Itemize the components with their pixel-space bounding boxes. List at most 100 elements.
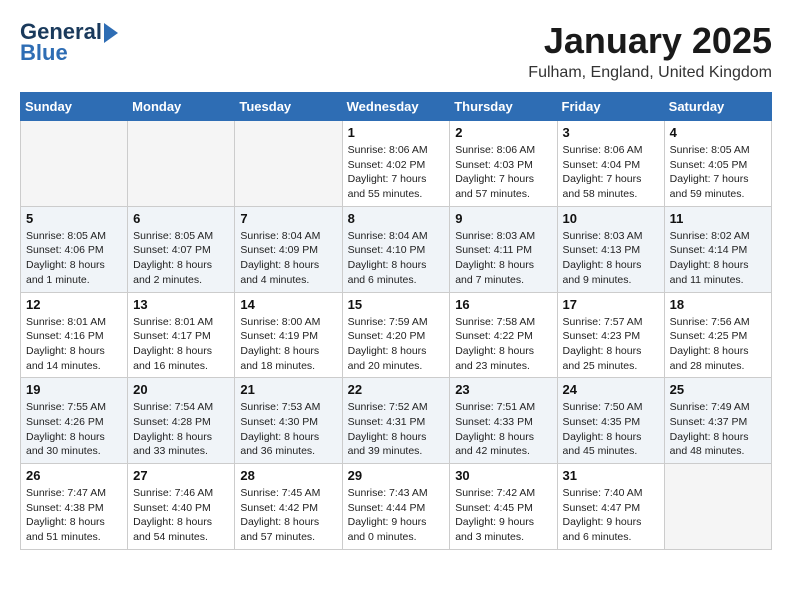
day-info: Sunrise: 8:05 AM Sunset: 4:07 PM Dayligh… [133,229,229,288]
calendar-cell: 31 Sunrise: 7:40 AM Sunset: 4:47 PM Dayli… [557,464,664,550]
calendar-subtitle: Fulham, England, United Kingdom [528,64,772,82]
calendar-cell: 11Sunrise: 8:02 AM Sunset: 4:14 PM Dayli… [664,206,771,292]
day-number: 21 [240,382,336,397]
day-info: Sunrise: 7:51 AM Sunset: 4:33 PM Dayligh… [455,400,551,459]
calendar-cell: 8 Sunrise: 8:04 AM Sunset: 4:10 PM Daylig… [342,206,450,292]
day-info: Sunrise: 8:03 AM Sunset: 4:11 PM Dayligh… [455,229,551,288]
day-info: Sunrise: 7:53 AM Sunset: 4:30 PM Dayligh… [240,400,336,459]
day-number: 5 [26,211,122,226]
col-sunday: Sunday [21,93,128,121]
calendar-cell: 29 Sunrise: 7:43 AM Sunset: 4:44 PM Dayli… [342,464,450,550]
day-info: Sunrise: 7:56 AM Sunset: 4:25 PM Dayligh… [670,315,766,374]
day-number: 3 [563,125,659,140]
calendar-cell: 2Sunrise: 8:06 AM Sunset: 4:03 PM Daylig… [450,121,557,207]
day-number: 10 [563,211,659,226]
calendar-cell: 9Sunrise: 8:03 AM Sunset: 4:11 PM Daylig… [450,206,557,292]
day-info: Sunrise: 8:04 AM Sunset: 4:10 PM Dayligh… [348,229,445,288]
calendar-cell: 30Sunrise: 7:42 AM Sunset: 4:45 PM Dayli… [450,464,557,550]
calendar-cell: 23 Sunrise: 7:51 AM Sunset: 4:33 PM Dayli… [450,378,557,464]
day-info: Sunrise: 7:45 AM Sunset: 4:42 PM Dayligh… [240,486,336,545]
day-number: 14 [240,297,336,312]
day-number: 11 [670,211,766,226]
day-number: 15 [348,297,445,312]
calendar-cell: 25 Sunrise: 7:49 AM Sunset: 4:37 PM Dayli… [664,378,771,464]
calendar-cell: 20 Sunrise: 7:54 AM Sunset: 4:28 PM Dayli… [128,378,235,464]
col-tuesday: Tuesday [235,93,342,121]
day-info: Sunrise: 7:40 AM Sunset: 4:47 PM Dayligh… [563,486,659,545]
logo-blue: Blue [20,40,68,65]
calendar-week-1: 1Sunrise: 8:06 AM Sunset: 4:02 PM Daylig… [21,121,772,207]
calendar-title: January 2025 [528,20,772,62]
day-info: Sunrise: 8:04 AM Sunset: 4:09 PM Dayligh… [240,229,336,288]
day-info: Sunrise: 8:01 AM Sunset: 4:16 PM Dayligh… [26,315,122,374]
col-wednesday: Wednesday [342,93,450,121]
day-info: Sunrise: 7:55 AM Sunset: 4:26 PM Dayligh… [26,400,122,459]
day-info: Sunrise: 7:47 AM Sunset: 4:38 PM Dayligh… [26,486,122,545]
calendar-cell: 6 Sunrise: 8:05 AM Sunset: 4:07 PM Daylig… [128,206,235,292]
calendar-cell: 24Sunrise: 7:50 AM Sunset: 4:35 PM Dayli… [557,378,664,464]
day-number: 24 [563,382,659,397]
day-number: 20 [133,382,229,397]
day-info: Sunrise: 8:03 AM Sunset: 4:13 PM Dayligh… [563,229,659,288]
day-info: Sunrise: 8:05 AM Sunset: 4:06 PM Dayligh… [26,229,122,288]
calendar-cell: 15Sunrise: 7:59 AM Sunset: 4:20 PM Dayli… [342,292,450,378]
day-info: Sunrise: 7:52 AM Sunset: 4:31 PM Dayligh… [348,400,445,459]
logo: General Blue [20,20,118,66]
day-number: 8 [348,211,445,226]
day-number: 6 [133,211,229,226]
calendar-cell [128,121,235,207]
calendar-cell: 5 Sunrise: 8:05 AM Sunset: 4:06 PM Daylig… [21,206,128,292]
day-number: 17 [563,297,659,312]
day-number: 28 [240,468,336,483]
day-number: 23 [455,382,551,397]
day-number: 12 [26,297,122,312]
calendar-week-2: 5 Sunrise: 8:05 AM Sunset: 4:06 PM Daylig… [21,206,772,292]
calendar-cell: 1Sunrise: 8:06 AM Sunset: 4:02 PM Daylig… [342,121,450,207]
calendar-cell: 17 Sunrise: 7:57 AM Sunset: 4:23 PM Dayli… [557,292,664,378]
col-saturday: Saturday [664,93,771,121]
day-number: 31 [563,468,659,483]
day-info: Sunrise: 8:05 AM Sunset: 4:05 PM Dayligh… [670,143,766,202]
day-info: Sunrise: 7:46 AM Sunset: 4:40 PM Dayligh… [133,486,229,545]
page-header: General Blue January 2025 Fulham, Englan… [20,20,772,82]
calendar-cell: 16 Sunrise: 7:58 AM Sunset: 4:22 PM Dayli… [450,292,557,378]
day-number: 29 [348,468,445,483]
calendar-week-4: 19Sunrise: 7:55 AM Sunset: 4:26 PM Dayli… [21,378,772,464]
day-info: Sunrise: 8:06 AM Sunset: 4:04 PM Dayligh… [563,143,659,202]
calendar-cell: 26 Sunrise: 7:47 AM Sunset: 4:38 PM Dayli… [21,464,128,550]
day-number: 13 [133,297,229,312]
day-number: 26 [26,468,122,483]
calendar-cell: 22 Sunrise: 7:52 AM Sunset: 4:31 PM Dayli… [342,378,450,464]
day-number: 18 [670,297,766,312]
calendar-table: Sunday Monday Tuesday Wednesday Thursday… [20,92,772,550]
col-thursday: Thursday [450,93,557,121]
day-info: Sunrise: 7:43 AM Sunset: 4:44 PM Dayligh… [348,486,445,545]
day-info: Sunrise: 7:57 AM Sunset: 4:23 PM Dayligh… [563,315,659,374]
calendar-cell: 18 Sunrise: 7:56 AM Sunset: 4:25 PM Dayli… [664,292,771,378]
day-number: 7 [240,211,336,226]
day-info: Sunrise: 7:49 AM Sunset: 4:37 PM Dayligh… [670,400,766,459]
calendar-cell: 28 Sunrise: 7:45 AM Sunset: 4:42 PM Dayli… [235,464,342,550]
calendar-cell: 7 Sunrise: 8:04 AM Sunset: 4:09 PM Daylig… [235,206,342,292]
col-monday: Monday [128,93,235,121]
day-info: Sunrise: 7:42 AM Sunset: 4:45 PM Dayligh… [455,486,551,545]
day-number: 22 [348,382,445,397]
calendar-cell [21,121,128,207]
day-info: Sunrise: 7:54 AM Sunset: 4:28 PM Dayligh… [133,400,229,459]
calendar-week-3: 12 Sunrise: 8:01 AM Sunset: 4:16 PM Dayli… [21,292,772,378]
calendar-cell: 3 Sunrise: 8:06 AM Sunset: 4:04 PM Daylig… [557,121,664,207]
calendar-cell: 14Sunrise: 8:00 AM Sunset: 4:19 PM Dayli… [235,292,342,378]
day-number: 16 [455,297,551,312]
calendar-cell [664,464,771,550]
calendar-cell: 12 Sunrise: 8:01 AM Sunset: 4:16 PM Dayli… [21,292,128,378]
day-info: Sunrise: 8:06 AM Sunset: 4:03 PM Dayligh… [455,143,551,202]
col-friday: Friday [557,93,664,121]
calendar-cell [235,121,342,207]
day-number: 25 [670,382,766,397]
title-area: January 2025 Fulham, England, United Kin… [528,20,772,82]
header-row: Sunday Monday Tuesday Wednesday Thursday… [21,93,772,121]
calendar-cell: 13 Sunrise: 8:01 AM Sunset: 4:17 PM Dayli… [128,292,235,378]
calendar-cell: 4Sunrise: 8:05 AM Sunset: 4:05 PM Daylig… [664,121,771,207]
day-info: Sunrise: 8:01 AM Sunset: 4:17 PM Dayligh… [133,315,229,374]
day-info: Sunrise: 7:58 AM Sunset: 4:22 PM Dayligh… [455,315,551,374]
